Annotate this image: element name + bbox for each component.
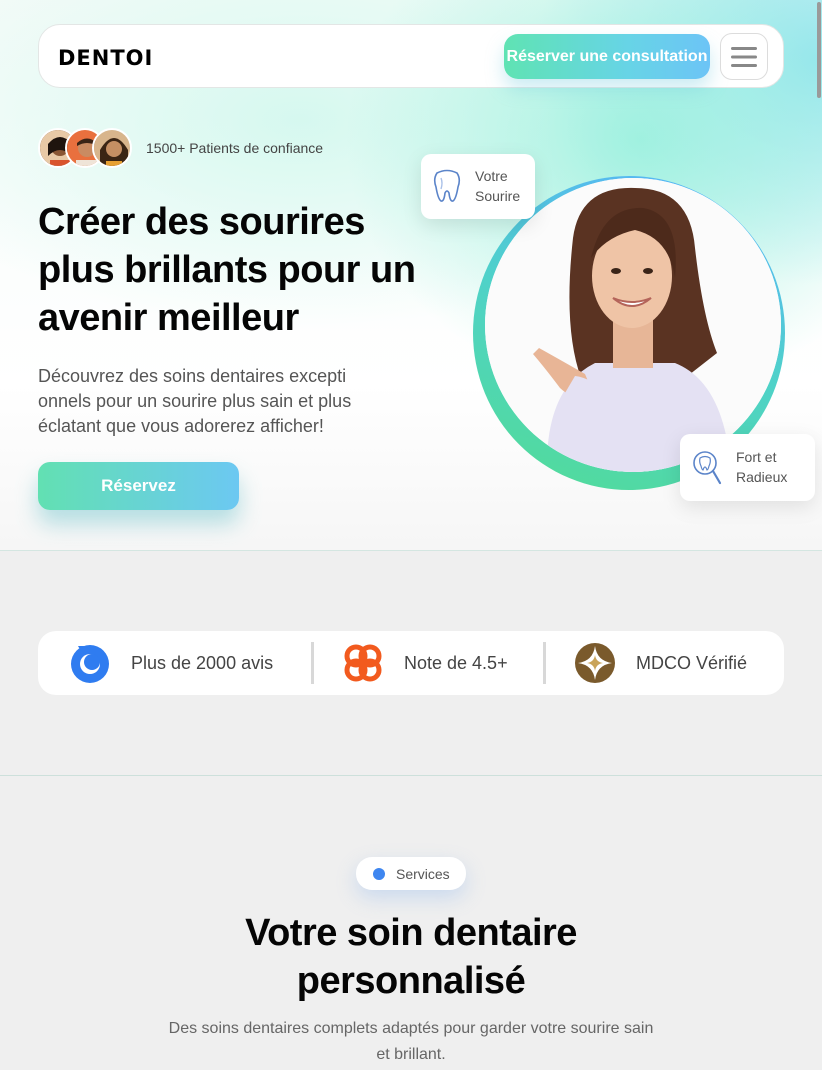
services-subtitle: Des soins dentaires complets adaptés pou… <box>168 1020 654 1063</box>
book-consultation-button[interactable]: Réserver une consultation <box>504 34 710 79</box>
hero-subtext: Découvrez des soins dentaires excepti on… <box>38 366 352 436</box>
book-button[interactable]: Réservez <box>38 462 239 510</box>
smile-card: Votre Sourire <box>421 154 535 219</box>
strong-card-line2: Radieux <box>736 469 788 485</box>
patients-count-text: 1500+ Patients de confiance <box>146 140 324 156</box>
smile-card-line2: Sourire <box>475 188 521 204</box>
section-divider <box>0 775 822 776</box>
stat-divider <box>543 642 546 684</box>
hamburger-menu-icon <box>731 46 757 67</box>
menu-button[interactable] <box>720 33 768 80</box>
services-title: Votre soin dentaire personnalisé <box>245 912 577 1002</box>
rating-stat: Note de 4.5+ <box>404 653 508 673</box>
blue-badge-icon <box>71 645 109 683</box>
services-badge: Services <box>356 857 466 890</box>
strong-card-line1: Fort et <box>736 449 777 465</box>
dot-icon <box>373 868 385 880</box>
trust-stats-strip: Plus de 2000 avis Note de 4.5+ MDCO Véri… <box>38 631 784 695</box>
logo[interactable]: DENTOI <box>58 46 153 70</box>
services-badge-label: Services <box>396 866 450 882</box>
scrollbar[interactable] <box>816 0 822 1070</box>
verified-stat: MDCO Vérifié <box>636 653 748 673</box>
scrollbar-thumb[interactable] <box>817 2 821 98</box>
top-navigation: DENTOI Réserver une consultation <box>38 24 784 88</box>
patient-avatars <box>38 128 132 168</box>
stat-divider <box>311 642 314 684</box>
hero-headline: Créer des sourires plus brillants pour u… <box>38 201 416 339</box>
strong-card: Fort et Radieux <box>680 434 815 501</box>
tooth-magnifier-icon <box>693 451 722 485</box>
compass-star-icon <box>575 643 615 683</box>
reviews-stat: Plus de 2000 avis <box>131 653 274 673</box>
hero-portrait <box>485 178 781 472</box>
tooth-icon <box>433 169 461 202</box>
orange-flower-icon <box>344 644 382 682</box>
smile-card-line1: Votre <box>475 168 508 184</box>
avatar <box>92 128 132 168</box>
